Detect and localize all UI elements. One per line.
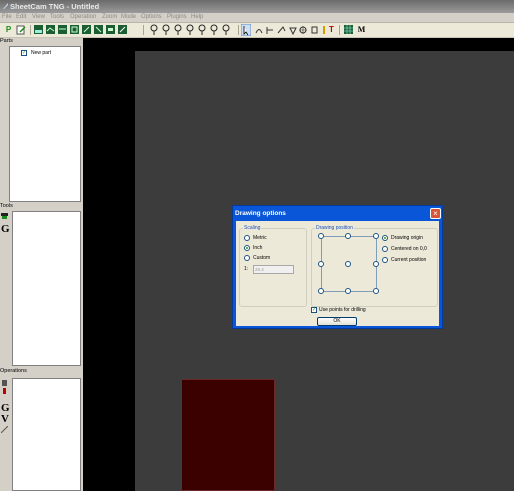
parts-list[interactable]: ✓ New part [9,46,81,202]
position-center-radio[interactable] [345,261,351,267]
part-outline[interactable] [181,379,275,491]
toolbar-separator [30,25,31,35]
window-title: SheetCam TNG - Untitled [10,2,100,11]
part-visible-checkbox[interactable]: ✓ [21,50,27,56]
menu-zoom[interactable]: Zoom [102,14,117,20]
position-middle-right-radio[interactable] [373,261,379,267]
text-tool-button[interactable]: T [327,25,336,35]
path-op-icon[interactable] [1,426,8,433]
drawing-origin-radio[interactable] [382,235,388,241]
centered-radio[interactable] [382,246,388,252]
menu-view[interactable]: View [32,14,45,20]
part-item-label[interactable]: New part [31,50,51,56]
toolbar-separator [238,25,239,35]
gcode-tool-icon[interactable]: G [1,223,10,235]
operations-panel-title: Operations [0,368,27,374]
use-points-checkbox[interactable]: ✓ [311,307,317,313]
menu-file[interactable]: File [2,14,12,20]
close-icon[interactable]: × [430,208,441,219]
edit-tools-group[interactable] [254,25,330,35]
app-icon [3,3,8,9]
toolbar-separator [143,25,144,35]
vcarve-op-icon[interactable]: V [1,413,9,425]
title-bar: SheetCam TNG - Untitled [0,0,514,13]
parts-panel: Parts ✓ New part [0,38,83,203]
dialog-body: Scaling Metric Inch Custom 1: 25.4 Drawi… [236,221,439,326]
centered-label[interactable]: Centered on 0,0 [391,246,427,252]
position-bottom-center-radio[interactable] [345,288,351,294]
ratio-prefix: 1: [244,266,249,272]
menu-plugins[interactable]: Plugins [167,14,187,20]
position-bottom-right-radio[interactable] [373,288,379,294]
parts-panel-title: Parts [0,38,13,44]
tools-list[interactable] [12,211,81,366]
drawing-position-title: Drawing position [315,225,354,231]
drawing-origin-label[interactable]: Drawing origin [391,235,423,241]
view-buttons-group[interactable] [34,25,130,35]
operations-list[interactable] [12,378,81,491]
inch-label[interactable]: Inch [253,245,262,251]
menu-help[interactable]: Help [191,14,203,20]
drawing-options-dialog: Drawing options × Scaling Metric Inch Cu… [232,205,443,329]
toolbar: P T M [0,23,514,38]
custom-radio[interactable] [244,255,250,261]
menu-edit[interactable]: Edit [16,14,26,20]
menu-operation[interactable]: Operation [70,14,96,20]
position-bottom-left-radio[interactable] [318,288,324,294]
menu-tools[interactable]: Tools [50,14,64,20]
zoom-buttons-group[interactable] [149,24,235,36]
use-points-label[interactable]: Use points for drilling [319,307,366,313]
drawing-position-group: Drawing position Drawing origin Centered… [311,225,438,307]
operations-panel: Operations G V [0,368,83,491]
metric-radio[interactable] [244,235,250,241]
table-icon[interactable] [344,25,354,35]
inch-radio[interactable] [244,245,250,251]
operation-icons[interactable] [1,380,9,396]
tools-panel-title: Tools [0,203,13,209]
select-arrow-icon[interactable] [241,24,251,36]
custom-label[interactable]: Custom [253,255,270,261]
tool-icon[interactable] [1,213,8,219]
position-middle-left-radio[interactable] [318,261,324,267]
menu-mode[interactable]: Mode [121,14,136,20]
current-position-radio[interactable] [382,257,388,263]
current-position-label[interactable]: Current position [391,257,426,263]
custom-scale-input[interactable]: 25.4 [253,265,294,274]
menu-options[interactable]: Options [141,14,162,20]
scaling-title: Scaling [243,225,262,231]
menu-bar: File Edit View Tools Operation Zoom Mode… [0,13,514,23]
edit-document-icon[interactable] [16,25,26,35]
metric-label[interactable]: Metric [253,235,267,241]
position-top-right-radio[interactable] [373,233,379,239]
toolbar-separator [339,25,340,35]
dialog-title: Drawing options [235,210,286,217]
post-process-button[interactable]: P [4,25,13,35]
scaling-group: Scaling Metric Inch Custom 1: 25.4 [239,225,307,307]
position-top-center-radio[interactable] [345,233,351,239]
position-top-left-radio[interactable] [318,233,324,239]
ok-button[interactable]: OK [317,317,357,326]
machine-button[interactable]: M [357,25,366,35]
tools-panel: Tools G [0,203,83,368]
